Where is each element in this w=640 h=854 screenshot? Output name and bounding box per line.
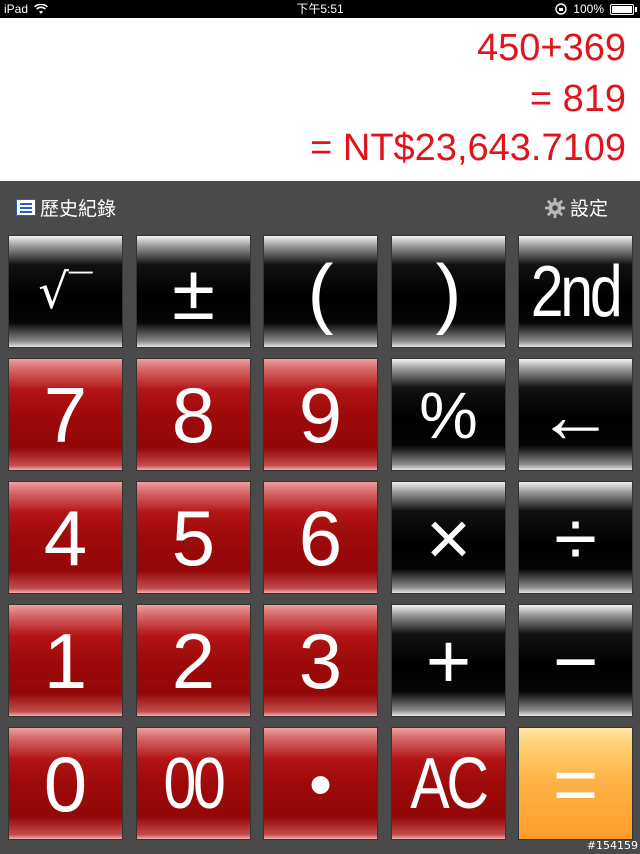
digit-8-key-label: 8 <box>171 370 216 459</box>
add-key[interactable]: + <box>391 604 506 717</box>
settings-label: 設定 <box>569 199 608 220</box>
display-result: = 819 <box>529 78 626 120</box>
subtract-key[interactable]: − <box>518 604 633 717</box>
multiply-key-label: × <box>425 493 472 582</box>
double-zero-key-label: 00 <box>163 743 226 824</box>
second-function-key-label: 2nd <box>531 251 623 332</box>
plus-minus-key-label: ± <box>172 247 215 336</box>
digit-6-key-label: 6 <box>298 493 343 582</box>
percent-key-label: % <box>419 377 478 452</box>
digit-1-key-label: 1 <box>43 616 88 705</box>
close-paren-key[interactable]: ) <box>391 235 506 348</box>
digit-1-key[interactable]: 1 <box>8 604 123 717</box>
digit-3-key-label: 3 <box>298 616 343 705</box>
digit-5-key[interactable]: 5 <box>136 481 251 594</box>
digit-2-key-label: 2 <box>171 616 216 705</box>
digit-8-key[interactable]: 8 <box>136 358 251 471</box>
close-paren-key-label: ) <box>435 247 462 336</box>
digit-0-key[interactable]: 0 <box>8 727 123 840</box>
digit-3-key[interactable]: 3 <box>263 604 378 717</box>
settings-button[interactable]: 設定 <box>544 194 608 221</box>
battery-icon <box>610 3 637 15</box>
multiply-key[interactable]: × <box>391 481 506 594</box>
divide-key-label: ÷ <box>554 493 597 582</box>
percent-key[interactable]: % <box>391 358 506 471</box>
status-bar: iPad 下午5:51 100% <box>0 0 640 18</box>
gear-icon <box>544 197 566 218</box>
status-time: 下午5:51 <box>296 2 344 16</box>
second-function-key[interactable]: 2nd <box>518 235 633 348</box>
history-button[interactable]: 歷史紀錄 <box>16 194 116 221</box>
digit-2-key[interactable]: 2 <box>136 604 251 717</box>
calculator-display: 450+369 = 819 = NT$23,643.7109 <box>0 18 640 181</box>
digit-9-key-label: 9 <box>298 370 343 459</box>
battery-percent: 100% <box>573 2 604 16</box>
plus-minus-key[interactable]: ± <box>136 235 251 348</box>
digit-6-key[interactable]: 6 <box>263 481 378 594</box>
digit-5-key-label: 5 <box>171 493 216 582</box>
backspace-key[interactable]: ← <box>518 358 633 471</box>
backspace-key-label: ← <box>536 370 615 459</box>
display-converted: = NT$23,643.7109 <box>310 127 626 169</box>
all-clear-key-label: AC <box>410 743 490 824</box>
digit-4-key[interactable]: 4 <box>8 481 123 594</box>
double-zero-key[interactable]: 00 <box>136 727 251 840</box>
display-expression: 450+369 <box>477 27 626 69</box>
keypad: √‾ ± ( ) 2nd 7 8 9 % ← 4 5 6 × ÷ 1 2 3 +… <box>0 231 640 854</box>
status-right: 100% <box>555 0 637 18</box>
digit-7-key-label: 7 <box>43 370 88 459</box>
digit-9-key[interactable]: 9 <box>263 358 378 471</box>
open-paren-key[interactable]: ( <box>263 235 378 348</box>
sqrt-key-label: √‾ <box>38 263 93 320</box>
rotation-lock-icon <box>555 3 567 15</box>
open-paren-key-label: ( <box>307 247 334 336</box>
watermark: #154159 <box>586 839 638 852</box>
history-label: 歷史紀錄 <box>40 199 117 220</box>
subtract-key-label: − <box>552 616 599 705</box>
digit-0-key-label: 0 <box>43 739 88 828</box>
sqrt-key[interactable]: √‾ <box>8 235 123 348</box>
toolbar: 歷史紀錄 設定 <box>0 181 640 231</box>
list-icon <box>16 199 36 216</box>
digit-4-key-label: 4 <box>43 493 88 582</box>
all-clear-key[interactable]: AC <box>391 727 506 840</box>
add-key-label: + <box>425 616 472 705</box>
divide-key[interactable]: ÷ <box>518 481 633 594</box>
digit-7-key[interactable]: 7 <box>8 358 123 471</box>
equals-key[interactable]: = <box>518 727 633 840</box>
decimal-key[interactable]: • <box>263 727 378 840</box>
equals-key-label: = <box>552 739 599 828</box>
decimal-key-label: • <box>308 746 333 821</box>
